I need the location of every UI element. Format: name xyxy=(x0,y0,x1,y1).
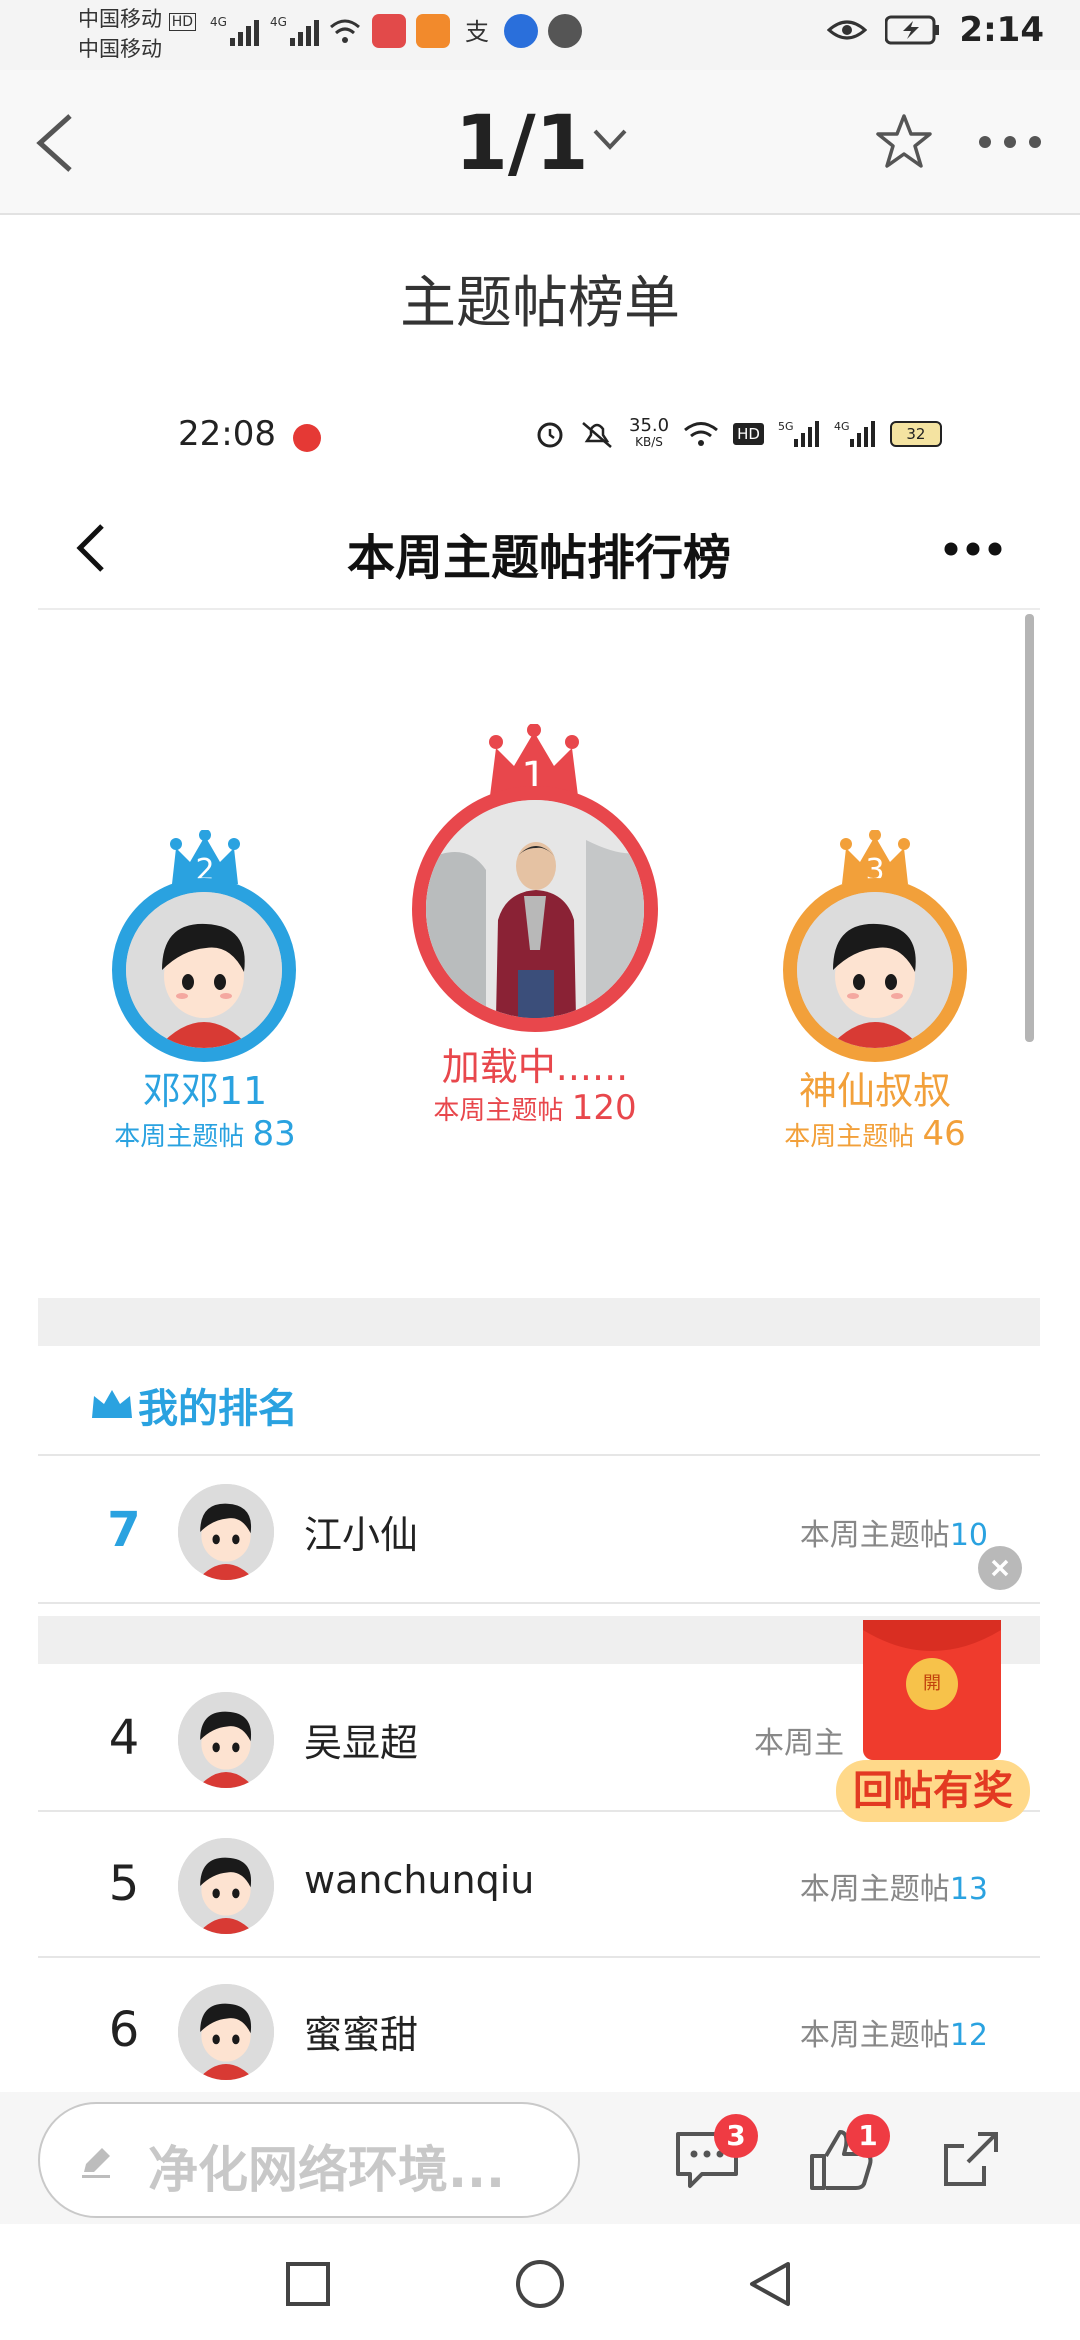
mute-icon xyxy=(582,422,612,448)
user-name: 江小仙 xyxy=(304,1513,419,1557)
avatar-second[interactable] xyxy=(112,878,296,1062)
photo-avatar xyxy=(426,800,644,1018)
cartoon-avatar xyxy=(797,892,953,1048)
viewer-toolbar: 1/1 xyxy=(0,70,1080,215)
signal-5g-icon: 5G xyxy=(778,420,819,447)
reward-banner[interactable]: 回帖有奖 xyxy=(836,1760,1030,1822)
rank-number: 5 xyxy=(108,1856,140,1912)
comment-count-badge: 3 xyxy=(714,2114,758,2158)
count-label: 本周主题帖 xyxy=(784,1122,915,1152)
screenshot-status-bar: 22:08 35.0 KB/S HD 5G 4G 32 xyxy=(0,410,1080,470)
avatar xyxy=(178,1484,274,1580)
count-value: 120 xyxy=(571,1088,637,1128)
avatar-first[interactable] xyxy=(412,786,658,1032)
back-arrow-icon[interactable] xyxy=(30,110,80,176)
signal-icon: 4G xyxy=(210,15,259,46)
red-envelope-button[interactable]: 開 xyxy=(863,1620,1001,1760)
bulb-app-icon xyxy=(504,14,538,48)
envelope-seal: 開 xyxy=(906,1658,958,1710)
wifi-icon xyxy=(330,19,360,43)
count-label: 本周主题帖 xyxy=(114,1122,245,1152)
chevron-down-icon[interactable] xyxy=(590,125,630,155)
svg-text:支: 支 xyxy=(465,18,489,46)
post-count: 本周主题帖10 xyxy=(799,1518,988,1553)
carrier-labels: 中国移动 HD 中国移动 xyxy=(78,6,196,63)
svg-text:4G: 4G xyxy=(210,15,227,29)
close-icon[interactable] xyxy=(978,1546,1022,1590)
leaderboard-title: 本周主题帖排行榜 xyxy=(346,530,731,586)
podium-third-count: 本周主题帖 46 xyxy=(730,1114,1020,1154)
screenshot-clock: 22:08 xyxy=(178,414,276,454)
leaderboard-header: 本周主题帖排行榜 xyxy=(38,490,1040,610)
envelope-flap xyxy=(863,1620,1001,1651)
comment-input[interactable]: 净化网络环境... xyxy=(38,2102,580,2218)
hd-badge: HD xyxy=(168,13,196,31)
post-count: 本周主题帖12 xyxy=(799,2018,988,2053)
rank-number: 7 xyxy=(107,1502,141,1558)
signal-icon-2: 4G xyxy=(270,15,319,46)
count-label: 本周主题帖 xyxy=(433,1096,564,1126)
podium-third-name[interactable]: 神仙叔叔 xyxy=(730,1060,1020,1115)
notification-icons: 支 xyxy=(328,14,582,48)
podium-second-name[interactable]: 邓邓11 xyxy=(60,1060,350,1115)
comment-placeholder: 净化网络环境... xyxy=(148,2141,505,2199)
count-value: 46 xyxy=(922,1114,966,1154)
section-divider xyxy=(38,1298,1040,1346)
cartoon-avatar xyxy=(126,892,282,1048)
rank-number: 4 xyxy=(108,1710,140,1766)
video-app-icon xyxy=(416,14,450,48)
eye-icon xyxy=(827,20,868,40)
podium-second-count: 本周主题帖 83 xyxy=(60,1114,350,1154)
table-row[interactable]: 5 wanchunqiu 本周主题帖13 xyxy=(38,1812,1040,1958)
page-indicator[interactable]: 1/1 xyxy=(455,98,589,187)
battery-charging-icon xyxy=(885,15,940,45)
post-title: 主题帖榜单 xyxy=(400,271,680,336)
avatar-third[interactable] xyxy=(783,878,967,1062)
inner-more-icon[interactable] xyxy=(942,538,1004,560)
crown-small-icon xyxy=(92,1390,132,1418)
my-rank-row[interactable]: 7 江小仙 本周主题帖10 xyxy=(38,1458,1040,1604)
record-icon xyxy=(293,424,321,452)
home-circle-icon[interactable] xyxy=(514,2258,566,2310)
my-rank-label: 我的排名 xyxy=(138,1386,298,1432)
net-speed: 35.0 KB/S xyxy=(629,415,670,450)
more-options-icon[interactable] xyxy=(975,130,1045,154)
back-triangle-icon[interactable] xyxy=(744,2258,796,2310)
my-rank-header: 我的排名 xyxy=(38,1346,1040,1456)
avatar xyxy=(178,1838,274,1934)
podium-first-name[interactable]: 加载中...... xyxy=(380,1036,690,1091)
system-navigation-bar xyxy=(0,2224,1080,2340)
alipay-icon: 支 xyxy=(465,18,489,46)
favorite-star-icon[interactable] xyxy=(872,110,936,174)
like-count-badge: 1 xyxy=(846,2114,890,2158)
svg-text:4G: 4G xyxy=(270,15,287,29)
scrollbar[interactable] xyxy=(1025,614,1034,1042)
hd-badge-inner: HD xyxy=(733,423,764,445)
post-count: 本周主题帖13 xyxy=(799,1872,988,1907)
svg-text:4G: 4G xyxy=(834,420,850,433)
system-status-bar: 中国移动 HD 中国移动 4G 4G 支 2:14 xyxy=(0,0,1080,70)
avatar xyxy=(178,1984,274,2080)
bottom-action-bar: 净化网络环境... 3 1 xyxy=(0,2092,1080,2224)
browser-app-icon xyxy=(548,14,582,48)
battery-icon: 32 xyxy=(889,421,942,447)
wifi-icon-inner xyxy=(684,422,719,446)
post-count: 本周主 xyxy=(754,1726,844,1761)
user-name: 蜜蜜甜 xyxy=(304,2013,419,2057)
signal-4g-icon: 4G xyxy=(834,420,875,447)
count-value: 83 xyxy=(252,1114,296,1154)
share-icon[interactable] xyxy=(938,2126,1008,2192)
user-name: 吴显超 xyxy=(304,1721,419,1765)
book-app-icon xyxy=(372,14,406,48)
recents-square-icon[interactable] xyxy=(284,2260,332,2308)
system-clock: 2:14 xyxy=(959,10,1044,50)
alarm-icon xyxy=(537,422,563,448)
avatar xyxy=(178,1692,274,1788)
svg-text:5G: 5G xyxy=(778,420,794,433)
user-name: wanchunqiu xyxy=(304,1858,535,1902)
rank-number: 6 xyxy=(108,2002,140,2058)
pen-icon xyxy=(82,2148,110,2178)
table-row[interactable]: 6 蜜蜜甜 本周主题帖12 xyxy=(38,1958,1040,2092)
podium-first-count: 本周主题帖 120 xyxy=(380,1088,690,1128)
